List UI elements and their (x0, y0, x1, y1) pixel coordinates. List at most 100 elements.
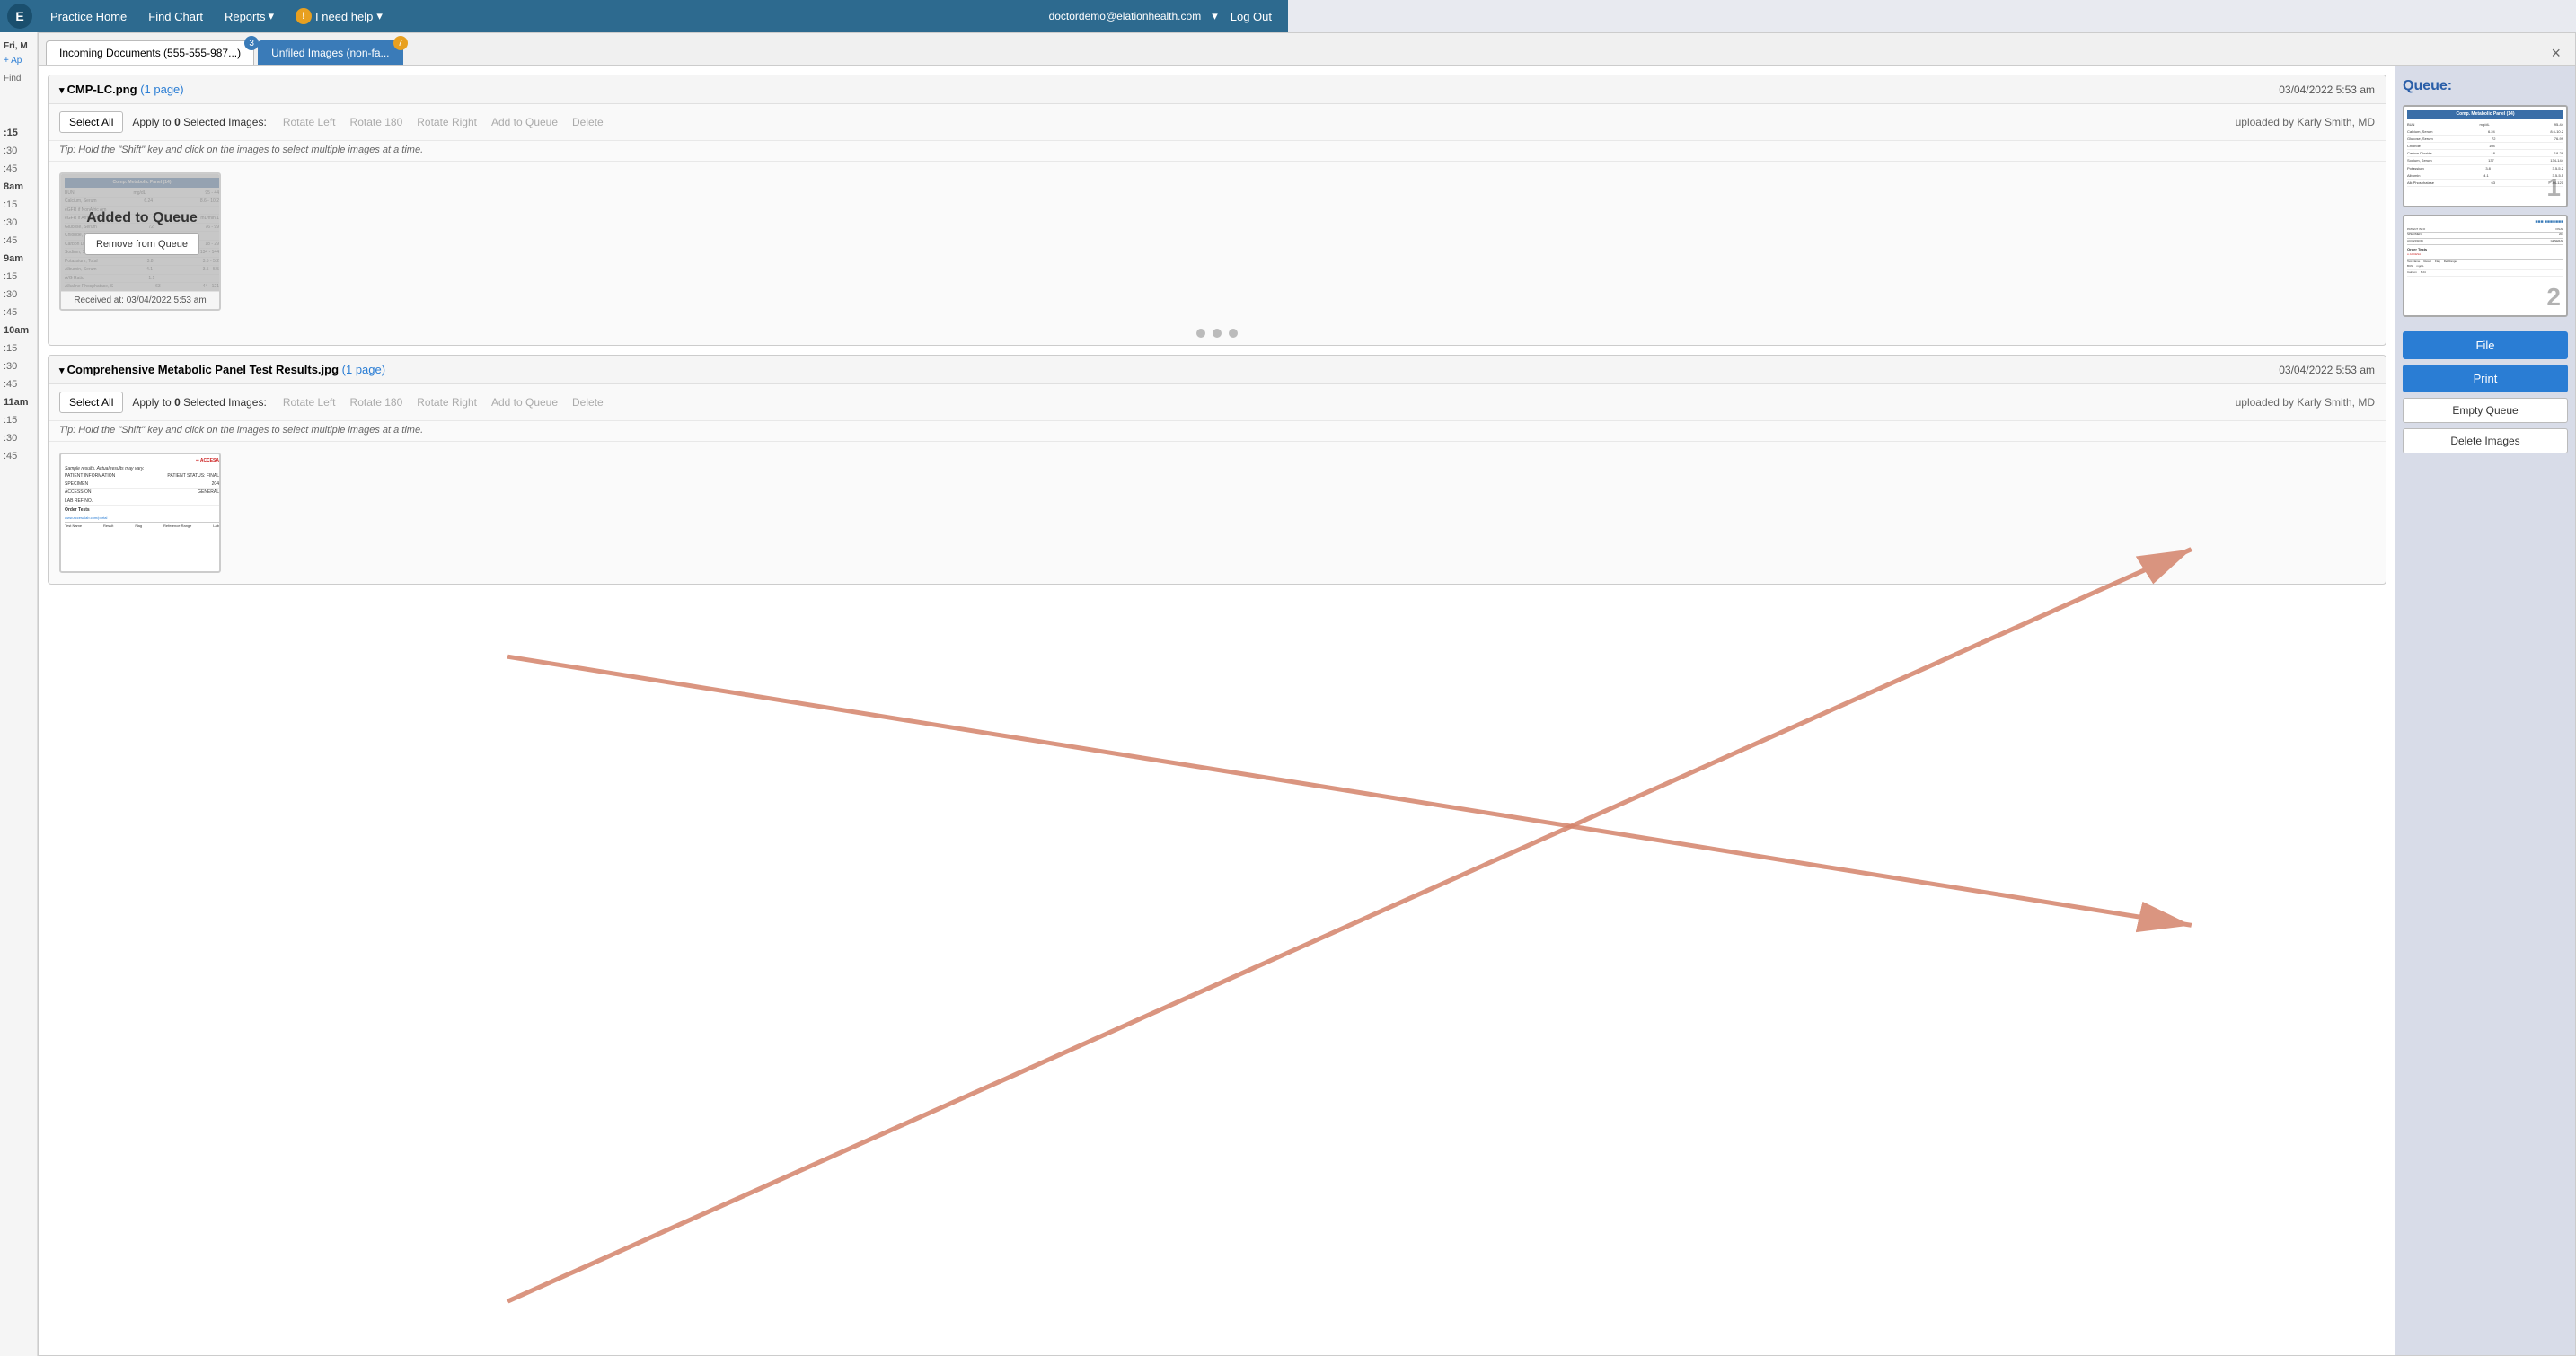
rotate-right-btn-2[interactable]: Rotate Right (413, 394, 481, 410)
time-1130: :30 (0, 427, 37, 445)
doc-timestamp-2: 03/04/2022 5:53 am (2279, 364, 2375, 376)
queue-title: Queue: (2403, 75, 2568, 98)
apply-label-1: Apply to 0 Selected Images: (132, 116, 266, 128)
delete-images-button[interactable]: Delete Images (2403, 428, 2568, 453)
time-1145: :45 (0, 445, 37, 463)
incoming-docs-badge: 3 (244, 36, 259, 50)
file-button[interactable]: File (2403, 331, 2568, 359)
time-fri: Fri, M (0, 32, 37, 50)
time-945: :45 (0, 302, 37, 320)
unfiled-images-badge: 7 (393, 36, 408, 50)
dot-3[interactable] (1229, 329, 1238, 338)
time-1115: :15 (0, 409, 37, 427)
uploaded-by-1: uploaded by Karly Smith, MD (2236, 116, 2375, 128)
doc-images-2: ▪▪ ACCESA Sample results. Actual results… (49, 442, 2386, 584)
queue-sidebar: Queue: Comp. Metabolic Panel (14) BUNmg/… (2395, 66, 2575, 1355)
time-10am: 10am (0, 320, 37, 338)
modal-container: Incoming Documents (555-555-987...) 3 Un… (38, 32, 2576, 1356)
user-email[interactable]: doctordemo@elationhealth.com (1042, 6, 1209, 26)
select-all-button-1[interactable]: Select All (59, 111, 123, 133)
remove-from-queue-button[interactable]: Remove from Queue (84, 233, 199, 255)
pagination-dots-1 (49, 321, 2386, 345)
modal-close-button[interactable]: × (2544, 43, 2568, 63)
time-830b: :30 (0, 212, 37, 230)
nav-reports[interactable]: Reports ▾ (216, 5, 283, 27)
doc-collapse-icon-1[interactable]: ▾ (59, 85, 67, 96)
app-logo: E (7, 4, 32, 29)
time-845b: :45 (0, 230, 37, 248)
doc-title-2: ▾ Comprehensive Metabolic Panel Test Res… (59, 363, 385, 376)
select-all-button-2[interactable]: Select All (59, 392, 123, 413)
nav-user-area: doctordemo@elationhealth.com ▾ Log Out (1042, 6, 1281, 27)
chevron-down-icon: ▾ (268, 9, 274, 23)
time-find: Find (0, 68, 37, 86)
doc-image-thumb-2: ▪▪ ACCESA Sample results. Actual results… (61, 454, 221, 571)
document-section-2: ▾ Comprehensive Metabolic Panel Test Res… (48, 355, 2386, 585)
empty-queue-button[interactable]: Empty Queue (2403, 398, 2568, 423)
doc-image-1[interactable]: Comp. Metabolic Panel (14) BUNmg/dL95 - … (59, 172, 221, 311)
rotate-180-btn-1[interactable]: Rotate 180 (347, 114, 407, 130)
dot-1[interactable] (1196, 329, 1205, 338)
rotate-180-btn-2[interactable]: Rotate 180 (347, 394, 407, 410)
doc-toolbar-1: Select All Apply to 0 Selected Images: R… (49, 104, 2386, 141)
documents-list: ▾ CMP-LC.png (1 page) 03/04/2022 5:53 am… (39, 66, 2395, 1355)
help-icon: ! (296, 8, 312, 24)
doc-image-2[interactable]: ▪▪ ACCESA Sample results. Actual results… (59, 453, 221, 573)
time-1030: :30 (0, 356, 37, 374)
queue-item-thumb-1: Comp. Metabolic Panel (14) BUNmg/dL95-44… (2404, 107, 2566, 206)
doc-title-1: ▾ CMP-LC.png (1 page) (59, 83, 184, 96)
queue-item-1[interactable]: Comp. Metabolic Panel (14) BUNmg/dL95-44… (2403, 105, 2568, 207)
nav-find-chart[interactable]: Find Chart (139, 6, 212, 27)
doc-tip-1: Tip: Hold the "Shift" key and click on t… (49, 141, 2386, 162)
document-section-1: ▾ CMP-LC.png (1 page) 03/04/2022 5:53 am… (48, 75, 2386, 346)
queue-item-thumb-2: ■■■ ■■■■■■■ PATIENT INFOFINAL SPECIMEN20… (2404, 216, 2566, 315)
nav-practice-home[interactable]: Practice Home (41, 6, 136, 27)
doc-header-2: ▾ Comprehensive Metabolic Panel Test Res… (49, 356, 2386, 384)
doc-timestamp-1: 03/04/2022 5:53 am (2279, 84, 2375, 96)
time-815: :15 (0, 122, 37, 140)
doc-toolbar-2: Select All Apply to 0 Selected Images: R… (49, 384, 2386, 421)
delete-btn-2[interactable]: Delete (569, 394, 607, 410)
doc-actions-1: Rotate Left Rotate 180 Rotate Right Add … (279, 114, 607, 130)
queue-item-2[interactable]: ■■■ ■■■■■■■ PATIENT INFOFINAL SPECIMEN20… (2403, 215, 2568, 317)
main-area: Incoming Documents (555-555-987...) 3 Un… (38, 32, 2576, 1356)
doc-page-info-2: (1 page) (342, 363, 385, 376)
time-1045: :45 (0, 374, 37, 392)
queue-buttons: File Print Empty Queue Delete Images (2403, 331, 2568, 453)
time-sidebar: Fri, M + Ap Find :15 :30 :45 8am :15 :30… (0, 32, 38, 1356)
rotate-right-btn-1[interactable]: Rotate Right (413, 114, 481, 130)
nav-i-need-help[interactable]: ! I need help ▾ (287, 4, 392, 28)
added-to-queue-text: Added to Queue (86, 210, 198, 226)
doc-images-1: Comp. Metabolic Panel (14) BUNmg/dL95 - … (49, 162, 2386, 321)
rotate-left-btn-2[interactable]: Rotate Left (279, 394, 340, 410)
rotate-left-btn-1[interactable]: Rotate Left (279, 114, 340, 130)
delete-btn-1[interactable]: Delete (569, 114, 607, 130)
doc-header-1: ▾ CMP-LC.png (1 page) 03/04/2022 5:53 am (49, 75, 2386, 104)
queue-number-2: 2 (2546, 283, 2561, 312)
time-1015: :15 (0, 338, 37, 356)
doc-collapse-icon-2[interactable]: ▾ (59, 365, 67, 376)
uploaded-by-2: uploaded by Karly Smith, MD (2236, 396, 2375, 409)
logout-button[interactable]: Log Out (1222, 6, 1281, 27)
doc-page-info-1: (1 page) (140, 83, 183, 96)
time-830: :30 (0, 140, 37, 158)
time-915: :15 (0, 266, 37, 284)
dot-2[interactable] (1213, 329, 1222, 338)
tab-unfiled-images[interactable]: Unfiled Images (non-fa... 7 (258, 40, 402, 65)
doc-image-caption-1: Received at: 03/04/2022 5:53 am (61, 291, 219, 309)
added-to-queue-overlay: Added to Queue Remove from Queue (61, 174, 221, 291)
print-button[interactable]: Print (2403, 365, 2568, 392)
tab-incoming-docs[interactable]: Incoming Documents (555-555-987...) 3 (46, 40, 254, 65)
time-815b: :15 (0, 194, 37, 212)
chevron-down-icon-help: ▾ (376, 9, 383, 23)
time-9am: 9am (0, 248, 37, 266)
time-11am: 11am (0, 392, 37, 409)
doc-tip-2: Tip: Hold the "Shift" key and click on t… (49, 421, 2386, 442)
add-to-queue-btn-1[interactable]: Add to Queue (488, 114, 561, 130)
add-to-queue-btn-2[interactable]: Add to Queue (488, 394, 561, 410)
time-add-ap[interactable]: + Ap (0, 50, 37, 68)
time-845: :45 (0, 158, 37, 176)
tab-bar: Incoming Documents (555-555-987...) 3 Un… (39, 33, 2575, 66)
apply-label-2: Apply to 0 Selected Images: (132, 396, 266, 409)
top-navigation: E Practice Home Find Chart Reports ▾ ! I… (0, 0, 1288, 32)
